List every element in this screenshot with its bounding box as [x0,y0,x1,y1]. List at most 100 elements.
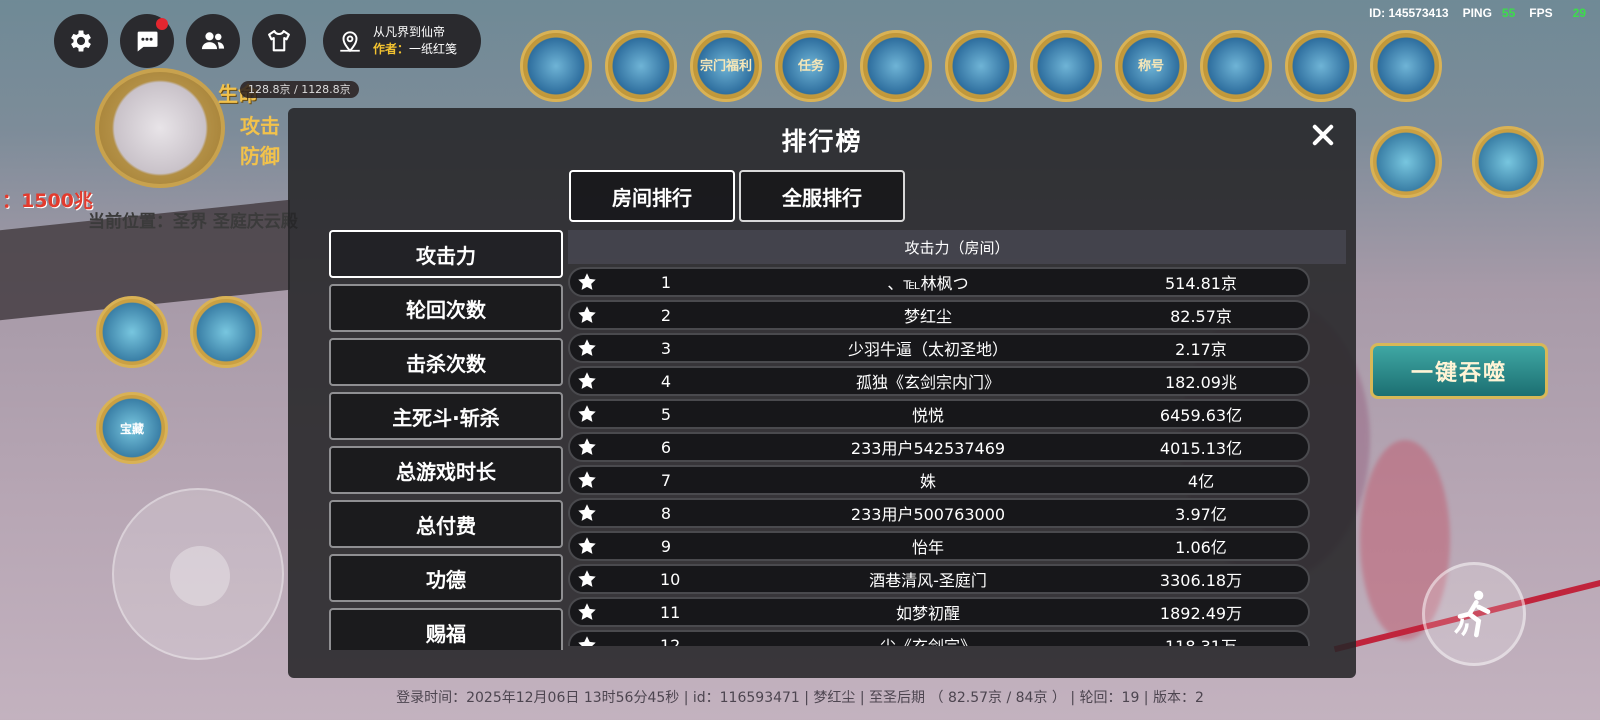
category-deathmatch[interactable]: 主死斗·斩杀 [329,392,563,440]
row-rank: 11 [660,602,681,622]
ranking-board[interactable]: 攻击力（房间） 1 、℡林枫つ 514.81京 2 梦红尘 82.57京 3 少羽牛逼（太初圣… [568,230,1346,646]
tab-server-ranking[interactable]: 全服排行 [739,170,905,222]
row-value: 182.09兆 [1165,373,1237,392]
row-value: 514.81京 [1165,274,1237,293]
fps-label: FPS [1529,6,1553,20]
menu-icon-talent[interactable] [1030,30,1102,102]
side-icon-immortal[interactable] [1370,126,1442,198]
category-attack[interactable]: 攻击力 [329,230,563,278]
side-icon-shop[interactable] [1472,126,1544,198]
row-rank: 10 [660,569,681,589]
ranking-row[interactable]: 2 梦红尘 82.57京 [568,300,1310,330]
hp-bar: 128.8京 / 1128.8京 [240,81,359,98]
friends-button[interactable] [186,14,240,68]
ranking-row[interactable]: 6 233用户542537469 4015.13亿 [568,432,1310,462]
category-merit[interactable]: 功德 [329,554,563,602]
game-name: 从凡界到仙帝 [373,25,446,39]
attack-label: 攻击 [240,114,280,138]
row-player-name: 梦红尘 [903,307,952,326]
menu-icon-taiji[interactable] [945,30,1017,102]
menu-icon-title[interactable]: 称号 [1115,30,1187,102]
star-icon [570,469,604,491]
row-rank: 5 [660,404,672,424]
menu-icon-ranking[interactable] [1200,30,1272,102]
row-value: 118.31万 [1126,633,1276,646]
running-figure-icon [1454,590,1491,638]
joystick-knob[interactable] [170,546,230,606]
row-player-name: 悦悦 [911,406,944,425]
movement-joystick[interactable] [112,488,284,660]
people-icon [201,32,225,50]
leaderboard-modal: 排行榜 房间排行 全服排行 攻击力 轮回次数 击杀次数 主死斗·斩杀 总游戏时长… [288,108,1356,678]
outfit-button[interactable] [252,14,306,68]
category-reincarnation[interactable]: 轮回次数 [329,284,563,332]
ranking-row[interactable]: 10 酒巷清风-圣庭门 3306.18万 [568,564,1310,594]
ranking-row[interactable]: 4 孤独《玄剑宗内门》 182.09兆 [568,366,1310,396]
row-rank: 4 [660,371,672,391]
menu-icon-fortune[interactable] [520,30,592,102]
row-player-name: 少羽牛逼（太初圣地） [847,340,1008,359]
row-rank: 1 [660,272,672,292]
top-menu-icons: 宗门福利 任务 称号 [520,30,1442,102]
row-rank: 6 [660,437,672,457]
star-icon [570,370,604,392]
star-icon [570,337,604,359]
menu-icon-sect-welfare[interactable]: 宗门福利 [690,30,762,102]
menu-icon-pouch[interactable] [605,30,677,102]
jump-button[interactable] [1422,562,1526,666]
author-label: 作者： [373,42,410,56]
row-player-name: 、℡林枫つ [887,274,969,293]
game-info-tag[interactable]: 从凡界到仙帝 作者：一纸红笺 [323,14,481,68]
category-blessing[interactable]: 赐福 [329,608,563,650]
ranking-row[interactable]: 1 、℡林枫つ 514.81京 [568,267,1310,297]
row-value: 82.57京 [1170,307,1232,326]
row-value: 4015.13亿 [1159,439,1243,458]
ranking-row[interactable]: 5 悦悦 6459.63亿 [568,399,1310,429]
star-icon [570,304,604,326]
menu-icon-bagua[interactable] [1370,30,1442,102]
ranking-rows: 1 、℡林枫つ 514.81京 2 梦红尘 82.57京 3 少羽牛逼（太初圣地） 2.17京 4… [568,267,1346,646]
row-rank: 8 [660,503,672,523]
player-avatar[interactable] [95,68,225,188]
row-player-name: 怡年 [911,538,944,557]
menu-icon-gate[interactable] [1285,30,1357,102]
ranking-row[interactable]: 8 233用户500763000 3.97亿 [568,498,1310,528]
defense-label: 防御 [240,144,280,168]
menu-icon-quest[interactable]: 任务 [775,30,847,102]
side-icon-treasure[interactable]: 宝藏 [96,392,168,464]
star-icon [570,403,604,425]
ranking-row[interactable]: 9 怡年 1.06亿 [568,531,1310,561]
player-id: ID: 145573413 [1369,6,1449,20]
row-player-name: 233用户542537469 [850,439,1006,458]
side-icon-gourd[interactable] [190,296,262,368]
star-icon [570,535,604,557]
ranking-row[interactable]: 12 尘《玄剑宗》 118.31万 [568,630,1310,646]
ranking-row[interactable]: 7 姝 4亿 [568,465,1310,495]
side-icon-taiji[interactable] [96,296,168,368]
ranking-row[interactable]: 11 如梦初醒 1892.49万 [568,597,1310,627]
login-info-footer: 登录时间：2025年12月06日 13时56分45秒 | id：11659347… [396,690,1204,706]
row-value: 2.17京 [1175,340,1227,359]
tab-room-ranking[interactable]: 房间排行 [569,170,735,222]
settings-button[interactable] [54,14,108,68]
ping-label: PING [1462,6,1492,20]
stats-bar: ID: 145573413 PING 55 FPS 29 [1369,6,1586,20]
star-icon [570,601,604,623]
author-name: 一纸红笺 [409,42,458,56]
chat-button[interactable] [120,14,174,68]
leaderboard-title: 排行榜 [781,127,863,156]
category-kills[interactable]: 击杀次数 [329,338,563,386]
ranking-row[interactable]: 3 少羽牛逼（太初圣地） 2.17京 [568,333,1310,363]
row-value: 4亿 [1187,472,1215,491]
category-playtime[interactable]: 总游戏时长 [329,446,563,494]
row-player-name: 酒巷清风-圣庭门 [869,571,987,590]
star-icon [570,271,604,293]
close-button[interactable] [1306,118,1340,152]
row-rank: 9 [660,536,672,556]
ping-value: 55 [1501,6,1516,20]
devour-all-button[interactable]: 一键吞噬 [1370,343,1548,399]
category-payment[interactable]: 总付费 [329,500,563,548]
star-icon [570,436,604,458]
star-icon [570,634,604,646]
menu-icon-vortex[interactable] [860,30,932,102]
